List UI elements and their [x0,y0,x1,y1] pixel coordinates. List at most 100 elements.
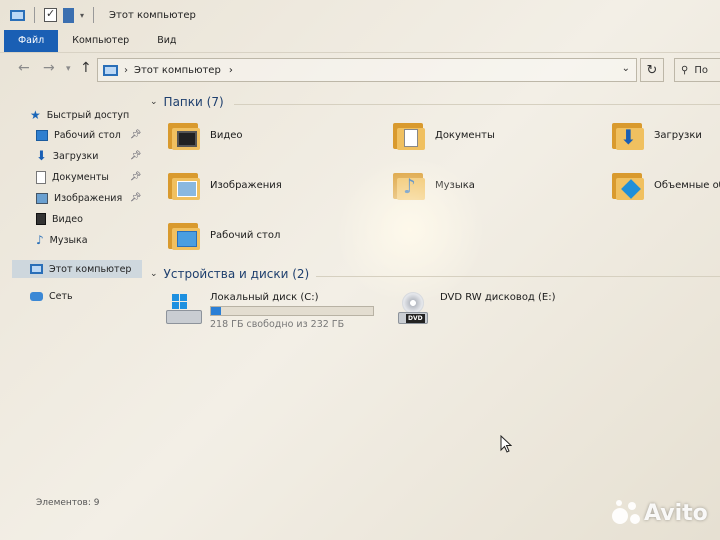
sidebar-item-quick-access[interactable]: ★ Быстрый доступ [30,106,129,124]
folder-label: Документы [435,129,495,141]
sidebar-item-label: Сеть [49,290,73,302]
recent-locations-chevron-icon[interactable]: ▾ [66,64,71,74]
sidebar-item-this-pc[interactable]: Этот компьютер [30,260,131,278]
drive-usage-bar [210,306,374,316]
search-icon: ⚲ [681,64,689,76]
sidebar-item-network[interactable]: Сеть [30,287,73,305]
music-icon: ♪ [36,233,44,247]
downloads-folder-icon: ⬇ [612,120,644,150]
section-divider [234,104,720,105]
desktop-folder-icon [168,220,200,250]
chevron-down-icon[interactable]: ⌄ [150,269,158,279]
new-folder-icon[interactable] [63,7,74,23]
up-arrow-icon[interactable]: ↑ [80,60,92,76]
folders-section-header[interactable]: ⌄ Папки (7) [150,95,224,109]
drive-e[interactable]: DVD DVD RW дисковод (E:) [396,292,556,326]
sidebar-item-label: Музыка [49,234,88,246]
status-item-count: Элементов: 9 [36,498,100,508]
sidebar-item-music[interactable]: ♪ Музыка [36,231,88,249]
documents-icon [36,170,46,184]
drive-label: Локальный диск (C:) [210,292,319,303]
forward-arrow-icon[interactable]: → [43,60,55,76]
video-icon [36,213,46,225]
tab-computer[interactable]: Компьютер [58,30,143,52]
refresh-icon: ↻ [646,62,658,78]
sidebar-item-label: Документы [52,171,109,183]
pin-icon: 📌︎ [130,193,142,203]
chevron-right-icon[interactable]: › [124,65,128,76]
chevron-right-icon[interactable]: › [229,65,233,76]
music-folder-icon: ♪ [393,170,425,200]
avito-watermark: Avito [612,500,708,526]
folder-downloads[interactable]: ⬇ Загрузки [612,120,702,150]
folder-documents[interactable]: Документы [393,120,495,150]
documents-folder-icon [393,120,425,150]
pin-icon: 📌︎ [130,151,142,161]
avito-logo-text: Avito [644,500,708,526]
navigation-bar: ← → ▾ ↑ › Этот компьютер › ⌄ ↻ ⚲ По [0,56,720,84]
drive-free-space: 218 ГБ свободно из 232 ГБ [210,319,345,330]
ribbon-divider [0,52,720,53]
title-bar: ▾ Этот компьютер [0,0,720,30]
dvd-badge: DVD [406,314,425,323]
folder-label: Видео [210,129,243,141]
tab-file[interactable]: Файл [4,30,59,52]
sidebar-item-label: Видео [52,213,83,225]
back-arrow-icon[interactable]: ← [18,60,30,76]
customize-toolbar-chevron-icon[interactable]: ▾ [80,11,84,20]
folder-label: Загрузки [654,129,702,141]
folder-desktop[interactable]: Рабочий стол [168,220,280,250]
folder-video[interactable]: Видео [168,120,243,150]
address-breadcrumb[interactable]: Этот компьютер [134,65,221,76]
sidebar-item-label: Этот компьютер [49,263,132,275]
network-icon [30,291,43,301]
pictures-folder-icon [168,170,200,200]
address-dropdown-icon[interactable]: ⌄ [622,63,630,74]
folder-pictures[interactable]: Изображения [168,170,282,200]
ribbon-tabs: Файл Компьютер Вид [0,30,720,52]
drive-label: DVD RW дисковод (E:) [440,292,556,303]
sidebar-item-video[interactable]: Видео [36,210,83,228]
star-icon: ★ [30,108,41,122]
window-title: Этот компьютер [109,9,196,21]
tab-view[interactable]: Вид [143,30,190,52]
avito-logo-icon [612,500,640,526]
video-folder-icon [168,120,200,150]
sidebar-item-desktop[interactable]: Рабочий стол 📌︎ [36,126,141,144]
folder-label: Объемные объ [654,179,720,191]
divider [34,7,35,23]
refresh-button[interactable]: ↻ [640,58,664,82]
folder-label: Рабочий стол [210,229,281,241]
drive-c[interactable]: Локальный диск (C:) 218 ГБ свободно из 2… [166,292,374,330]
sidebar-item-documents[interactable]: Документы 📌︎ [36,168,141,186]
pictures-icon [36,192,48,204]
this-pc-icon [10,9,25,21]
sidebar-item-label: Быстрый доступ [46,109,130,121]
dvd-drive-icon: DVD [396,292,432,326]
sidebar-item-label: Рабочий стол [54,129,121,141]
properties-icon[interactable] [44,7,57,22]
divider [93,7,95,23]
sidebar-item-pictures[interactable]: Изображения 📌︎ [36,189,141,207]
section-divider [316,276,720,277]
section-title: Устройства и диски (2) [163,267,310,281]
pin-icon: 📌︎ [130,172,142,182]
chevron-down-icon[interactable]: ⌄ [150,97,158,107]
sidebar-item-downloads[interactable]: ⬇ Загрузки 📌︎ [36,147,141,165]
folder-music[interactable]: ♪ Музыка [393,170,475,200]
local-disk-icon [166,292,202,326]
downloads-icon: ⬇ [36,148,47,164]
this-pc-icon [103,64,118,76]
devices-section-header[interactable]: ⌄ Устройства и диски (2) [150,267,309,281]
sidebar-item-label: Изображения [54,192,123,204]
search-input[interactable]: ⚲ По [674,58,720,82]
search-placeholder: По [694,64,708,76]
address-bar[interactable]: › Этот компьютер › ⌄ [97,58,637,82]
desktop-icon [36,129,48,141]
section-title: Папки (7) [163,95,224,109]
folder-3d-objects[interactable]: Объемные объ [612,170,720,200]
pin-icon: 📌︎ [130,130,142,140]
folder-label: Музыка [435,179,475,191]
this-pc-icon [30,264,43,274]
navigation-pane: ★ Быстрый доступ Рабочий стол 📌︎ ⬇ Загру… [0,100,150,500]
